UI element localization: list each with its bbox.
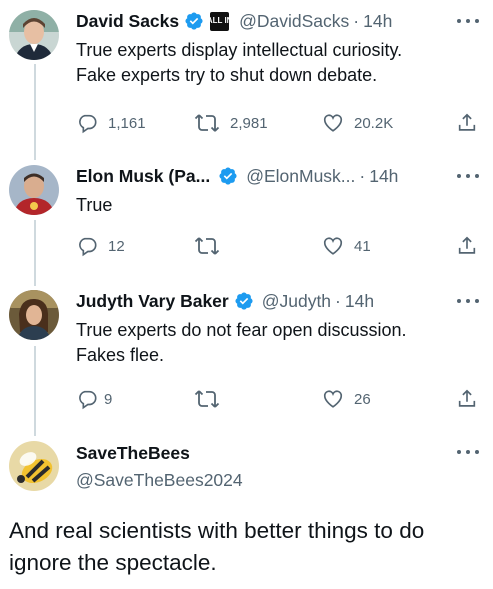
retweet-count: 2,981 [230,114,268,132]
author-name[interactable]: Elon Musk (Pa... [76,166,210,187]
author-handle[interactable]: @DavidSacks [239,11,349,32]
separator-dot: · [335,290,341,311]
verified-badge-icon [218,166,238,186]
retweet-button[interactable] [194,387,230,411]
timestamp[interactable]: 14h [363,11,392,32]
tweet-text: True experts display intellectual curios… [76,38,479,88]
avatar-judyth-vary-baker[interactable] [9,290,59,340]
author-handle[interactable]: @Judyth [262,291,331,312]
like-button[interactable]: 20.2K [322,111,393,135]
share-button[interactable] [456,387,478,411]
separator-dot: · [359,165,366,186]
share-button[interactable] [456,234,478,258]
author-name[interactable]: SaveTheBees [76,443,190,464]
verified-badge-icon [234,291,254,311]
retweet-button[interactable]: 2,981 [194,111,268,135]
author-name[interactable]: David Sacks [76,11,179,32]
reply-count: 12 [108,237,125,255]
avatar-elon-musk[interactable] [9,165,59,215]
tweet-text-line: True experts display intellectual curios… [76,40,403,60]
more-icon[interactable] [457,291,479,311]
action-bar: 1,161 2,981 20.2K [76,111,479,135]
tweet-text-line: True experts do not fear open discussion… [76,320,407,340]
like-count: 26 [354,390,371,408]
heart-icon [322,112,344,134]
avatar-savethebees[interactable] [9,441,59,491]
more-icon[interactable] [457,11,479,31]
reply-button[interactable]: 12 [76,234,125,258]
tweet-text-line: True [76,195,113,215]
reply-count: 9 [104,390,113,408]
tweet-judyth-vary-baker[interactable]: Judyth Vary Baker @Judyth · 14h True exp… [0,289,493,419]
reply-icon [76,112,98,134]
share-icon [456,388,478,410]
like-button[interactable]: 41 [322,234,371,258]
like-button[interactable]: 26 [322,387,371,411]
retweet-icon [194,388,220,410]
avatar-david-sacks[interactable] [9,10,59,60]
like-count: 20.2K [354,114,394,132]
reply-button[interactable]: 9 [76,387,112,411]
action-bar: 12 41 [76,234,479,258]
separator-dot: · [353,10,360,31]
heart-icon [322,235,344,257]
more-icon[interactable] [457,166,479,186]
author-handle[interactable]: @SaveTheBees2024 [76,470,243,491]
tweet-text-line: Fake experts try to shut down debate. [76,65,378,85]
tweet-david-sacks[interactable]: David Sacks ALL IN @DavidSacks · 14h Tru… [0,9,493,139]
heart-icon [322,388,344,410]
tweet-text-line: Fakes flee. [76,345,165,365]
more-icon[interactable] [457,442,479,462]
author-handle[interactable]: @ElonMusk... [246,166,355,187]
tweet-text: True [76,193,479,218]
author-name[interactable]: Judyth Vary Baker [76,291,229,312]
retweet-button[interactable] [194,234,230,258]
timestamp[interactable]: 14h [345,291,374,312]
share-button[interactable] [456,111,478,135]
share-icon [456,235,478,257]
reply-icon [76,388,98,410]
reply-icon [76,235,98,257]
all-in-badge: ALL IN [207,11,232,31]
tweet-elon-musk[interactable]: Elon Musk (Pa... @ElonMusk... · 14h True… [0,164,493,274]
timestamp[interactable]: 14h [369,166,398,187]
retweet-icon [194,235,220,257]
verified-badge-icon [184,11,204,31]
like-count: 41 [354,237,371,255]
action-bar: 9 26 [76,387,479,411]
share-icon [456,112,478,134]
tweet-text: True experts do not fear open discussion… [76,318,479,368]
reply-author-header[interactable]: SaveTheBees @SaveTheBees2024 [0,440,493,500]
retweet-icon [194,112,220,134]
reply-button[interactable]: 1,161 [76,111,146,135]
reply-text: And real scientists with better things t… [9,518,425,575]
reply-count: 1,161 [108,114,146,132]
